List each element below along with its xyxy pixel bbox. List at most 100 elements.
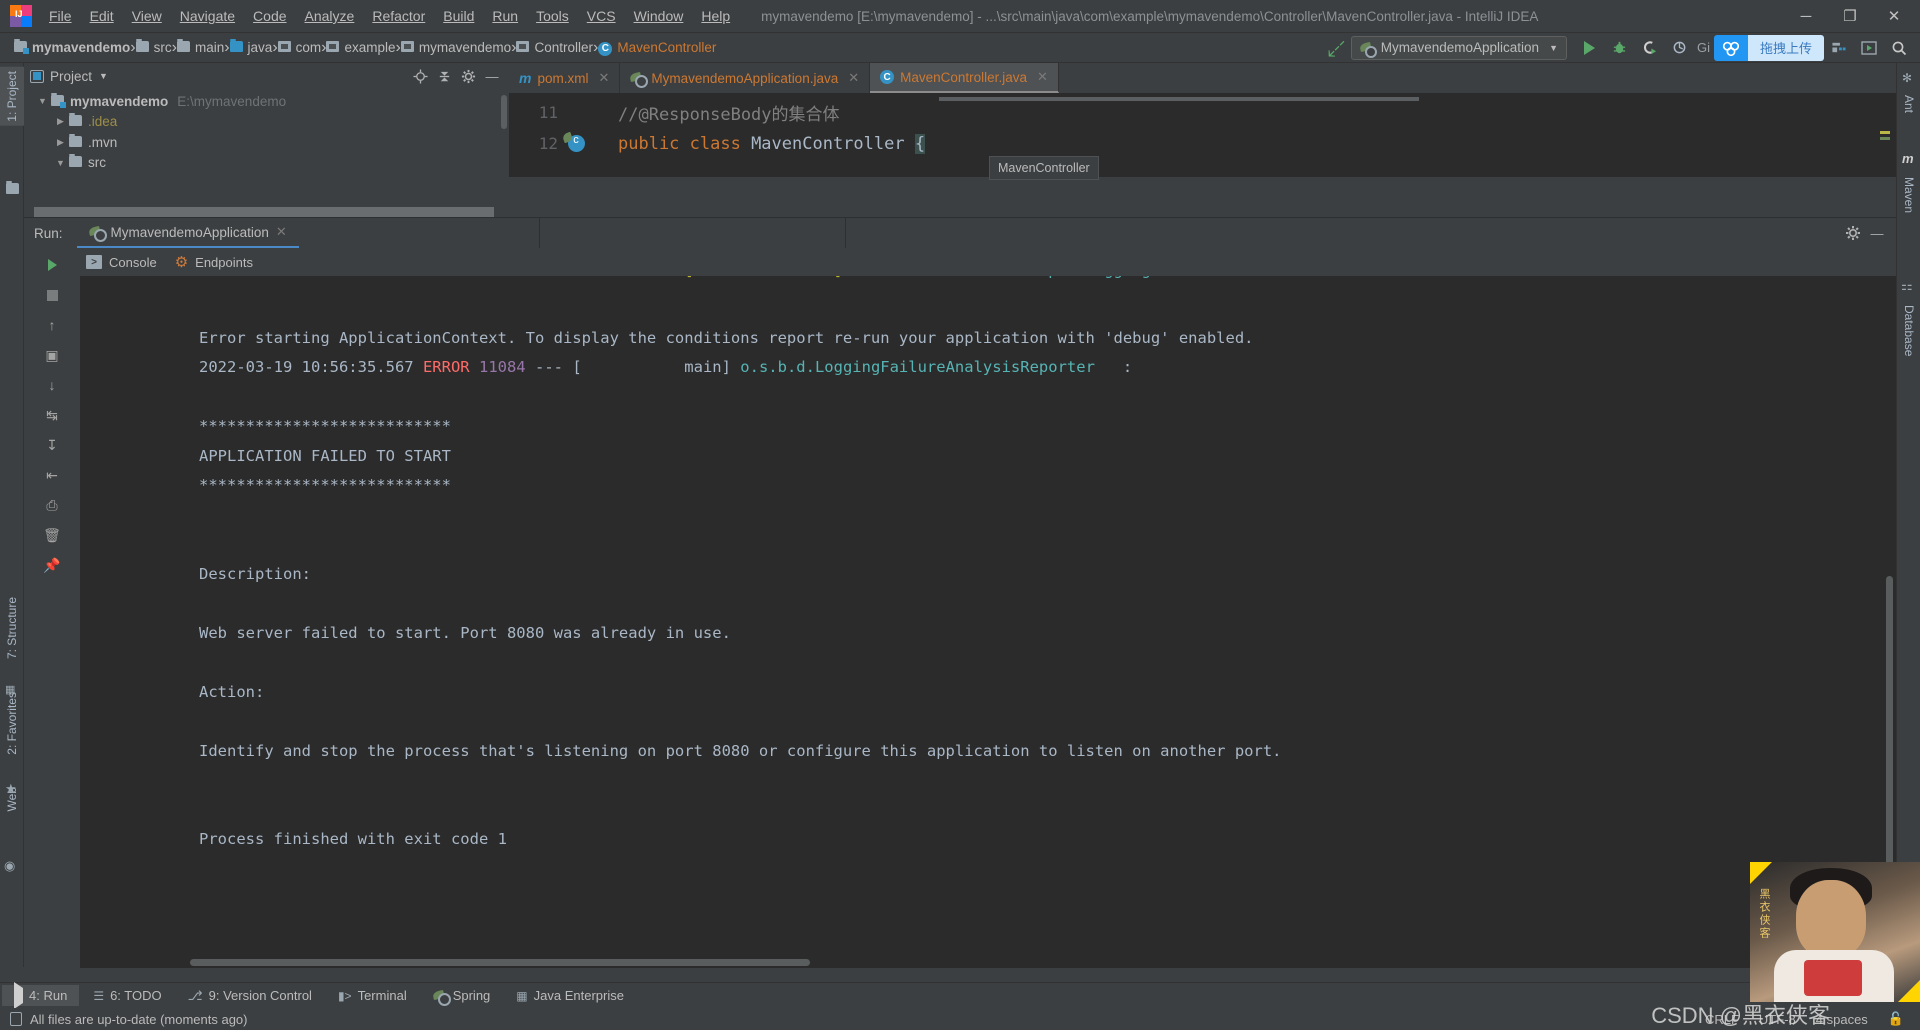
expand-arrow-icon[interactable]: ▶ (52, 137, 69, 148)
settings-gear-icon[interactable] (457, 65, 479, 87)
editor-tab-mavencontroller[interactable]: C MavenController.java ✕ (870, 63, 1059, 93)
debug-icon[interactable] (1606, 35, 1634, 61)
breadcrumb-com[interactable]: com (277, 40, 321, 55)
menu-run[interactable]: Run (483, 4, 527, 28)
menu-navigate[interactable]: Navigate (171, 4, 244, 28)
hide-panel-icon[interactable]: — (1866, 222, 1888, 244)
breadcrumb-main[interactable]: main (176, 39, 224, 55)
run-window-icon[interactable] (1855, 35, 1883, 61)
console-output[interactable]: 2022-03-19 10:56:35.522 INFO 11084 --- [… (80, 276, 1896, 968)
run-icon[interactable] (1576, 35, 1604, 61)
editor-tab-pom-xml[interactable]: m pom.xml ✕ (509, 63, 621, 93)
stop-icon[interactable] (39, 282, 65, 308)
bottom-tab-java-enterprise[interactable]: ▦ Java Enterprise (504, 985, 636, 1006)
pin-icon[interactable]: 📌 (39, 552, 65, 578)
soft-wrap-icon[interactable]: ↹ (39, 402, 65, 428)
build-arrow-icon[interactable]: ⤎ (1318, 30, 1352, 64)
breadcrumb-mymavendemo-pkg[interactable]: mymavendemo (400, 40, 511, 55)
profiler-glyph (1674, 41, 1686, 54)
clear-all-icon[interactable]: 🗑 (39, 522, 65, 548)
tree-row-mvn[interactable]: ▶ .mvn (24, 132, 509, 153)
export-icon[interactable]: ↧ (39, 432, 65, 458)
editor-tab-mymavendemoapplication[interactable]: MymavendemoApplication.java ✕ (620, 63, 871, 93)
menu-tools[interactable]: Tools (527, 4, 578, 28)
profiler-icon[interactable] (1666, 35, 1694, 61)
console-icon: > (86, 255, 102, 269)
hide-panel-icon[interactable]: — (481, 65, 503, 87)
sidebar-item-ant[interactable]: Ant (1897, 91, 1920, 117)
breadcrumb-src[interactable]: src (135, 39, 172, 55)
sidebar-item-structure[interactable]: 7: Structure (0, 593, 24, 663)
editor-error-stripe[interactable] (1880, 131, 1890, 143)
sidebar-item-label: Ant (1902, 95, 1916, 114)
sidebar-item-database[interactable]: Database (1897, 301, 1920, 360)
menu-window[interactable]: Window (625, 4, 693, 28)
sidebar-item-label: Database (1902, 305, 1916, 357)
project-scrollbar[interactable] (501, 95, 507, 129)
sidebar-item-favorites[interactable]: 2: Favorites (0, 688, 24, 759)
bottom-tab-terminal[interactable]: ▮> Terminal (326, 985, 419, 1006)
maximize-button[interactable]: ❐ (1828, 0, 1872, 33)
breadcrumb-java[interactable]: java (229, 39, 272, 55)
tab-console[interactable]: > Console (86, 255, 157, 270)
run-configuration-selector[interactable]: MymavendemoApplication ▼ (1350, 35, 1567, 60)
project-hscrollbar[interactable] (34, 207, 494, 217)
breadcrumb-mymavendemo[interactable]: mymavendemo (14, 39, 130, 55)
down-arrow-icon[interactable]: ↓ (39, 372, 65, 398)
rerun-icon[interactable] (39, 252, 65, 278)
up-arrow-icon[interactable]: ↑ (39, 312, 65, 338)
menu-file[interactable]: File (40, 4, 81, 28)
sidebar-item-project[interactable]: 1: Project (0, 67, 24, 126)
breadcrumb-example[interactable]: example (326, 40, 396, 55)
baidu-netdisk-upload-overlay[interactable]: 拖拽上传 (1713, 34, 1824, 61)
tree-row-idea[interactable]: ▶ .idea (24, 112, 509, 133)
menu-refactor[interactable]: Refactor (363, 4, 434, 28)
tree-row-src[interactable]: ▼ src (24, 153, 509, 174)
tab-endpoints[interactable]: ⚙ Endpoints (175, 253, 253, 271)
expand-arrow-icon[interactable]: ▼ (52, 158, 69, 168)
console-line: 2022-03-19 10:56:35.522 INFO 11084 --- [… (80, 276, 1896, 284)
menu-view[interactable]: View (123, 4, 171, 28)
bottom-tab-spring[interactable]: Spring (421, 985, 503, 1006)
project-panel-header: Project ▼ — (24, 63, 509, 89)
menu-edit[interactable]: Edit (81, 4, 123, 28)
menu-analyze[interactable]: Analyze (296, 4, 364, 28)
collapse-all-icon[interactable] (433, 65, 455, 87)
editor-horizontal-scrollbar[interactable] (939, 97, 1419, 101)
bottom-tab-todo[interactable]: ☰ 6: TODO (81, 985, 173, 1006)
breadcrumb-mavencontroller[interactable]: C MavenController (598, 39, 716, 56)
code-view[interactable]: 11 //@ResponseBody的集合体 12 public class M… (509, 97, 1896, 177)
camera-icon[interactable]: ▣ (39, 342, 65, 368)
menu-code[interactable]: Code (244, 4, 295, 28)
search-everywhere-icon[interactable] (1885, 35, 1913, 61)
menu-vcs[interactable]: VCS (578, 4, 625, 28)
bottom-tab-run[interactable]: 4: Run (2, 982, 80, 1009)
console-horizontal-scrollbar[interactable] (190, 959, 810, 966)
expand-arrow-icon[interactable]: ▶ (52, 116, 69, 127)
minimize-button[interactable]: ─ (1784, 0, 1828, 33)
scroll-to-end-icon[interactable]: ⇤ (39, 462, 65, 488)
run-tab-mymavendemoapplication[interactable]: MymavendemoApplication ✕ (76, 218, 299, 248)
close-icon[interactable]: ✕ (276, 224, 287, 240)
project-structure-icon[interactable] (1825, 35, 1853, 61)
print-icon[interactable]: ⎙ (39, 492, 65, 518)
chevron-down-icon[interactable]: ▼ (99, 71, 108, 81)
unlocked-icon[interactable]: 🔓 (1888, 1011, 1904, 1027)
sidebar-item-maven[interactable]: Maven (1897, 173, 1920, 217)
bug-glyph (1614, 41, 1626, 54)
bottom-tab-version-control[interactable]: ⎇ 9: Version Control (176, 985, 324, 1007)
settings-gear-icon[interactable] (1842, 222, 1864, 244)
run-with-coverage-icon[interactable] (1636, 35, 1664, 61)
close-icon[interactable]: ✕ (1037, 69, 1048, 85)
close-icon[interactable]: ✕ (848, 70, 859, 86)
tree-row-mymavendemo[interactable]: ▼ mymavendemo E:\mymavendemo (24, 91, 509, 112)
menu-build[interactable]: Build (434, 4, 483, 28)
close-button[interactable]: ✕ (1872, 0, 1916, 33)
spring-class-gutter-icon[interactable] (564, 134, 588, 152)
close-icon[interactable]: ✕ (598, 70, 609, 86)
menu-help[interactable]: Help (692, 4, 739, 28)
breadcrumb-controller[interactable]: Controller (516, 40, 593, 55)
expand-arrow-icon[interactable]: ▼ (34, 96, 51, 106)
console-vertical-scrollbar[interactable] (1886, 576, 1893, 876)
locate-icon[interactable] (409, 65, 431, 87)
